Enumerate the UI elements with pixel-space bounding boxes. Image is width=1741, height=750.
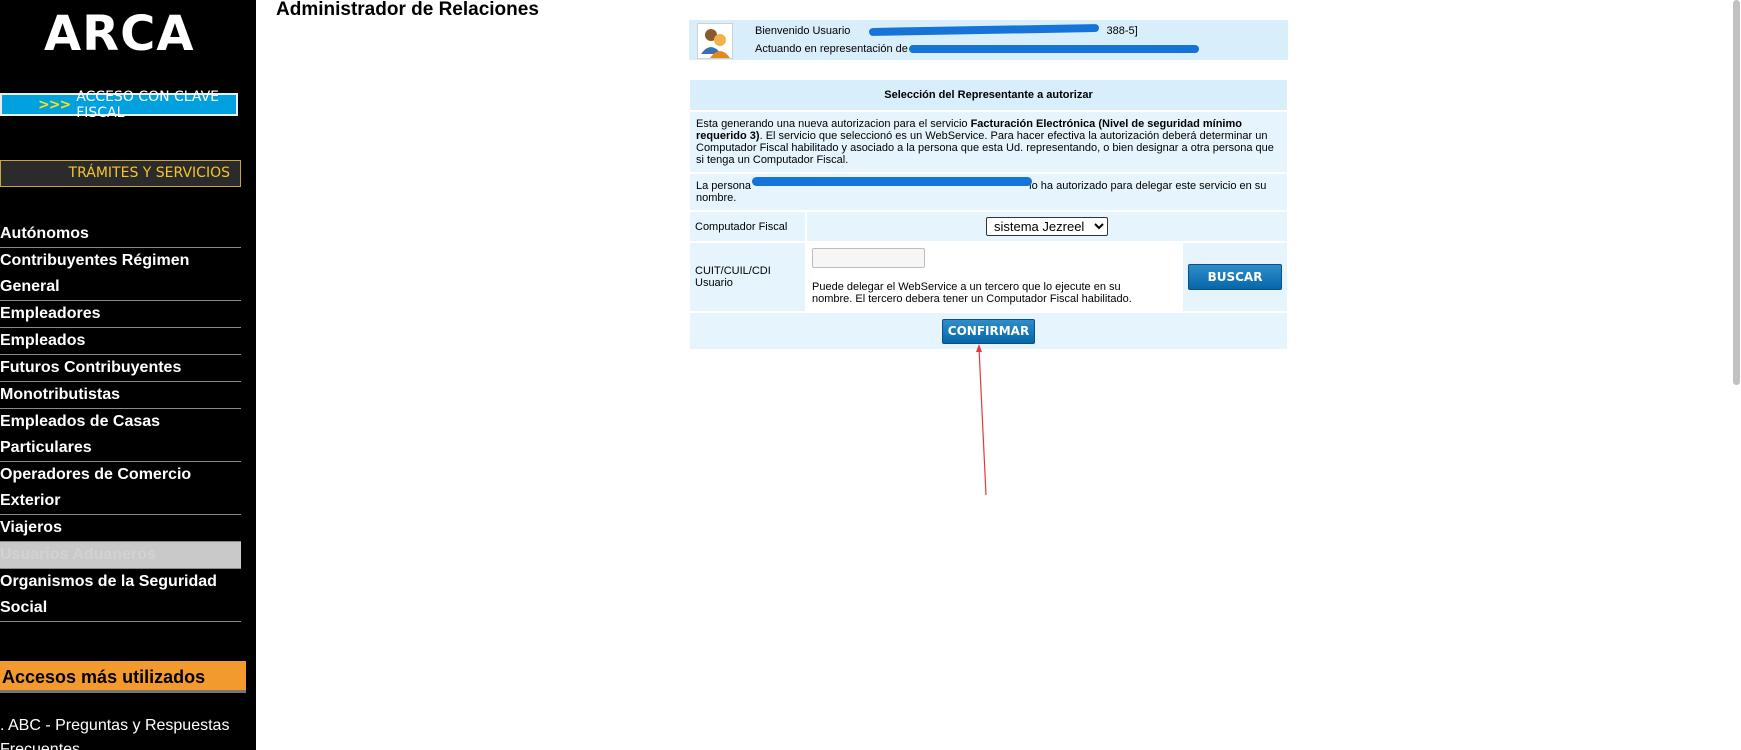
page-scrollbar[interactable] xyxy=(1731,0,1741,750)
annotation-arrow xyxy=(976,344,987,496)
scrollbar-thumb[interactable] xyxy=(1733,0,1740,385)
